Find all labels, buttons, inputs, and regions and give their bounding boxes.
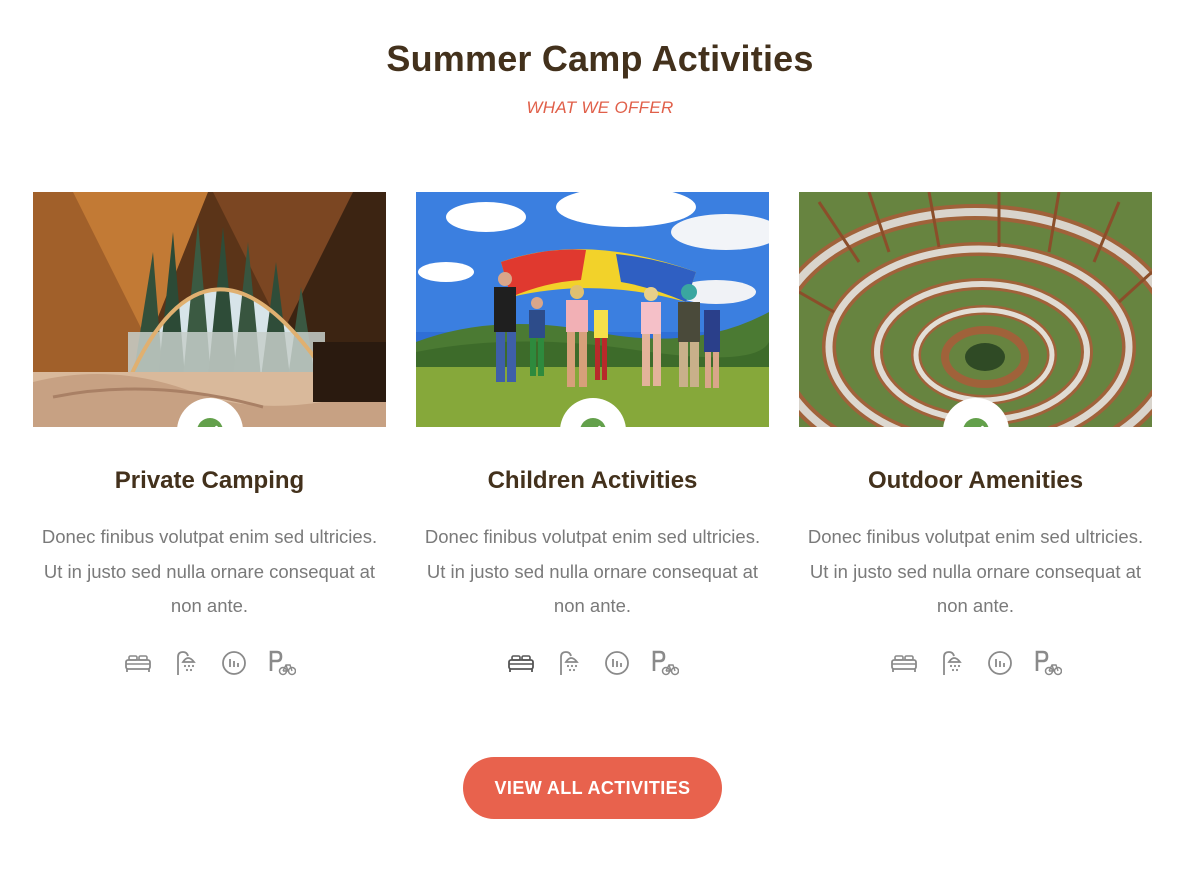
tent-view-photo[interactable] (33, 192, 386, 427)
section-subtitle: WHAT WE OFFER (526, 98, 674, 117)
activity-card-private-camping[interactable]: Private Camping Donec finibus volutpat e… (33, 192, 386, 676)
shower-icon (555, 649, 583, 677)
card-title[interactable]: Children Activities (416, 467, 769, 495)
shower-icon (938, 649, 966, 677)
kids-parachute-icon (416, 192, 769, 427)
sauna-icon (220, 649, 248, 677)
bed-icon (507, 649, 535, 677)
card-description: Donec finibus volutpat enim sed ultricie… (41, 526, 378, 616)
card-title[interactable]: Outdoor Amenities (799, 467, 1152, 495)
bike-parking-icon (268, 649, 296, 677)
card-description: Donec finibus volutpat enim sed ultricie… (424, 526, 761, 616)
amenities-list (416, 649, 769, 677)
bed-icon (124, 649, 152, 677)
card-description: Donec finibus volutpat enim sed ultricie… (807, 526, 1144, 616)
sauna-icon (603, 649, 631, 677)
shower-icon (172, 649, 200, 677)
sauna-icon (986, 649, 1014, 677)
activity-card-outdoor-amenities[interactable]: Outdoor Amenities Donec finibus volutpat… (799, 192, 1152, 676)
bed-icon (890, 649, 918, 677)
tent-view-icon (33, 192, 386, 427)
amenities-list (33, 649, 386, 677)
view-all-activities-button[interactable]: VIEW ALL ACTIVITIES (463, 757, 722, 819)
check-icon (597, 425, 602, 427)
bike-parking-icon (1034, 649, 1062, 677)
activity-card-children-activities[interactable]: Children Activities Donec finibus volutp… (416, 192, 769, 676)
bike-parking-icon (651, 649, 679, 677)
section-title: Summer Camp Activities (386, 38, 814, 79)
spiral-walkway-icon (799, 192, 1152, 427)
activities-section: Summer Camp Activities WHAT WE OFFER Pri… (0, 0, 1200, 869)
amenities-list (799, 649, 1152, 677)
check-icon (980, 425, 985, 427)
check-icon (214, 425, 219, 427)
card-title[interactable]: Private Camping (33, 467, 386, 495)
kids-parachute-photo[interactable] (416, 192, 769, 427)
spiral-walkway-photo[interactable] (799, 192, 1152, 427)
